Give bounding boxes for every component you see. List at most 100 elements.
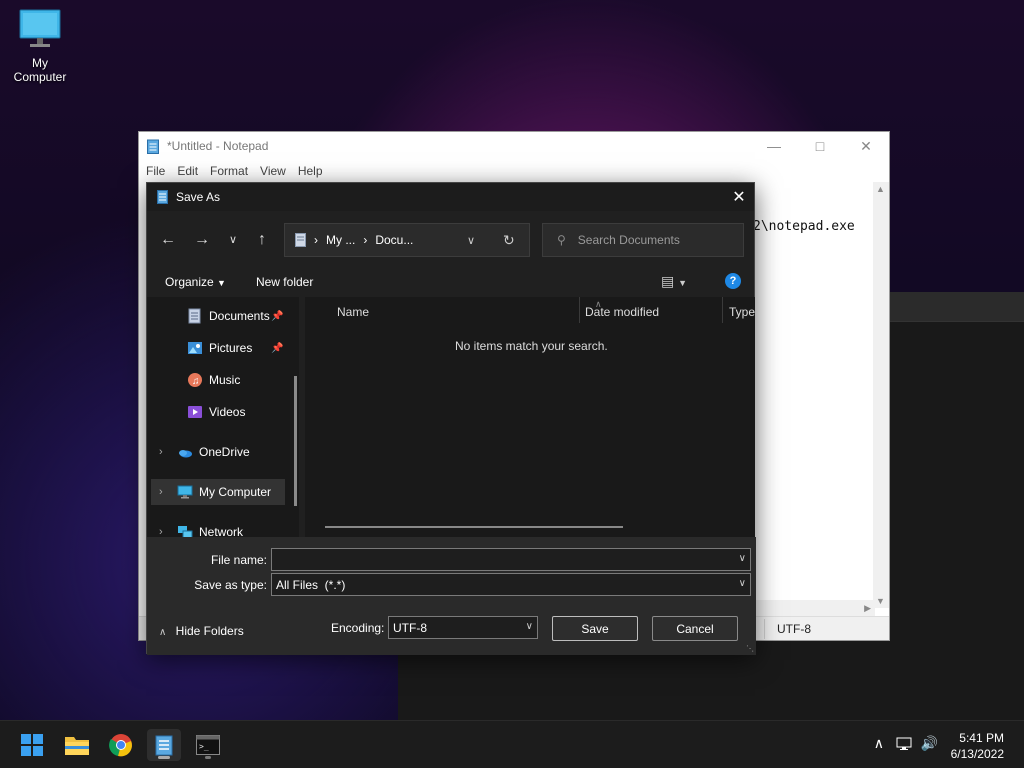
videos-icon xyxy=(188,406,202,418)
save-as-type-select[interactable]: All Files (*.*) ∨ xyxy=(271,573,751,596)
notepad-icon xyxy=(157,190,168,204)
file-list-horizontal-scrollbar[interactable] xyxy=(325,526,623,528)
chevron-right-icon[interactable]: › xyxy=(159,486,163,498)
notepad-title: *Untitled - Notepad xyxy=(167,139,269,153)
desktop-icon-my-computer[interactable]: My Computer xyxy=(4,8,76,84)
menu-file[interactable]: File xyxy=(146,164,165,178)
chevron-right-icon[interactable]: › xyxy=(159,446,163,458)
organize-button[interactable]: Organize ▼ xyxy=(165,275,226,289)
encoding-label: Encoding: xyxy=(331,621,385,635)
terminal-icon[interactable]: >_ xyxy=(191,729,225,761)
taskbar: >_ ∧ 🔊 5:41 PM 6/13/2022 xyxy=(0,720,1024,768)
new-folder-button[interactable]: New folder xyxy=(256,275,313,289)
minimize-icon[interactable]: — xyxy=(751,132,797,160)
sidebar-item-pictures[interactable]: Pictures 📌 xyxy=(147,335,299,361)
chrome-icon[interactable] xyxy=(104,729,138,761)
sidebar-item-label: Documents xyxy=(209,309,270,323)
close-icon[interactable]: ✕ xyxy=(843,132,889,160)
chevron-right-icon[interactable]: › xyxy=(159,526,163,537)
sidebar-item-label: My Computer xyxy=(199,485,272,499)
start-icon[interactable] xyxy=(15,729,49,761)
save-button[interactable]: Save xyxy=(552,616,638,641)
documents-icon xyxy=(188,308,201,324)
menu-help[interactable]: Help xyxy=(298,164,323,178)
search-placeholder: Search Documents xyxy=(577,233,680,247)
pin-icon[interactable]: 📌 xyxy=(271,343,283,354)
breadcrumb-my-computer[interactable]: My ... xyxy=(326,233,355,247)
pictures-icon xyxy=(188,342,202,354)
chevron-down-icon[interactable]: ∨ xyxy=(739,578,746,589)
active-indicator xyxy=(158,756,170,759)
volume-icon[interactable]: 🔊 xyxy=(921,735,938,752)
close-icon[interactable]: ✕ xyxy=(724,183,754,211)
menu-format[interactable]: Format xyxy=(210,164,248,178)
cancel-button[interactable]: Cancel xyxy=(652,616,738,641)
file-list-pane: ∧ Name Date modified Type No items match… xyxy=(305,297,755,537)
pin-icon[interactable]: 📌 xyxy=(271,311,283,322)
column-divider[interactable] xyxy=(722,297,723,323)
chevron-down-icon[interactable]: ∨ xyxy=(739,553,746,564)
maximize-icon[interactable]: □ xyxy=(797,132,843,160)
notepad-text-area[interactable]: 2\notepad.exe xyxy=(753,219,855,234)
sidebar-item-videos[interactable]: Videos xyxy=(147,399,299,425)
desktop-icon-label: My Computer xyxy=(13,56,67,84)
search-box[interactable]: ⚲ Search Documents xyxy=(542,223,744,257)
notepad-icon[interactable] xyxy=(147,729,181,761)
navigation-row: ← → ∨ ↑ › My ... › Docu... ∨ ↻ ⚲ Search … xyxy=(147,223,754,257)
chevron-right-icon: › xyxy=(363,233,368,247)
search-icon: ⚲ xyxy=(557,233,566,247)
svg-text:>_: >_ xyxy=(199,742,209,751)
chevron-up-icon: ∧ xyxy=(159,627,167,638)
onedrive-icon xyxy=(179,450,192,458)
view-options-icon[interactable]: ▤ ▼ xyxy=(661,273,687,290)
file-name-field[interactable]: ∨ xyxy=(271,548,751,571)
scroll-right-icon[interactable]: ▶ xyxy=(864,603,871,614)
column-divider[interactable] xyxy=(579,297,580,323)
menu-view[interactable]: View xyxy=(260,164,286,178)
column-header-name[interactable]: Name xyxy=(337,305,369,319)
resize-grip-icon[interactable]: ⋱ xyxy=(746,644,754,653)
refresh-icon[interactable]: ↻ xyxy=(503,232,515,249)
chevron-up-icon[interactable]: ∧ xyxy=(874,735,884,752)
sidebar-item-my-computer[interactable]: › My Computer xyxy=(151,479,285,505)
monitor-icon xyxy=(19,8,61,47)
running-indicator xyxy=(205,756,211,759)
forward-arrow-icon[interactable]: → xyxy=(192,231,212,249)
sidebar-item-onedrive[interactable]: › OneDrive xyxy=(147,439,299,465)
hide-folders-button[interactable]: ∧ Hide Folders xyxy=(159,624,244,638)
menu-edit[interactable]: Edit xyxy=(177,164,198,178)
sidebar-item-network[interactable]: › Network xyxy=(147,519,299,537)
notepad-horizontal-scrollbar[interactable]: ▶ xyxy=(755,600,875,616)
navigation-pane-scrollbar[interactable] xyxy=(294,376,297,506)
breadcrumb-documents[interactable]: Docu... xyxy=(375,233,413,247)
encoding-select[interactable]: UTF-8 ∨ xyxy=(388,616,538,639)
back-arrow-icon[interactable]: ← xyxy=(158,231,178,249)
save-as-type-label: Save as type: xyxy=(194,578,267,592)
network-icon xyxy=(178,526,193,537)
up-arrow-icon[interactable]: ↑ xyxy=(252,231,272,249)
sidebar-item-documents[interactable]: Documents 📌 xyxy=(147,303,299,329)
sidebar-item-label: Network xyxy=(199,525,244,537)
chevron-down-icon[interactable]: ∨ xyxy=(526,621,533,632)
column-header-date-modified[interactable]: Date modified xyxy=(585,305,659,319)
notepad-vertical-scrollbar[interactable]: ▲ ▼ xyxy=(873,182,889,608)
chevron-down-icon[interactable]: ∨ xyxy=(223,233,243,246)
documents-icon xyxy=(295,233,306,247)
chevron-down-icon[interactable]: ∨ xyxy=(467,234,475,247)
file-explorer-icon[interactable] xyxy=(60,729,94,761)
computer-icon xyxy=(177,485,193,499)
address-bar[interactable]: › My ... › Docu... ∨ ↻ xyxy=(284,223,530,257)
dialog-titlebar[interactable]: Save As xyxy=(147,183,754,211)
scroll-up-icon[interactable]: ▲ xyxy=(876,184,885,194)
column-header-type[interactable]: Type xyxy=(729,305,755,319)
hide-folders-label: Hide Folders xyxy=(175,624,244,638)
network-status-icon[interactable] xyxy=(896,737,912,751)
status-divider xyxy=(764,619,765,639)
clock-time: 5:41 PM xyxy=(959,731,1004,745)
clock[interactable]: 5:41 PM 6/13/2022 xyxy=(951,730,1004,762)
sidebar-item-label: Videos xyxy=(209,405,246,419)
help-icon[interactable]: ? xyxy=(725,273,741,289)
sidebar-item-music[interactable]: ♫ Music xyxy=(147,367,299,393)
scroll-down-icon[interactable]: ▼ xyxy=(876,596,885,606)
empty-message: No items match your search. xyxy=(455,339,608,353)
